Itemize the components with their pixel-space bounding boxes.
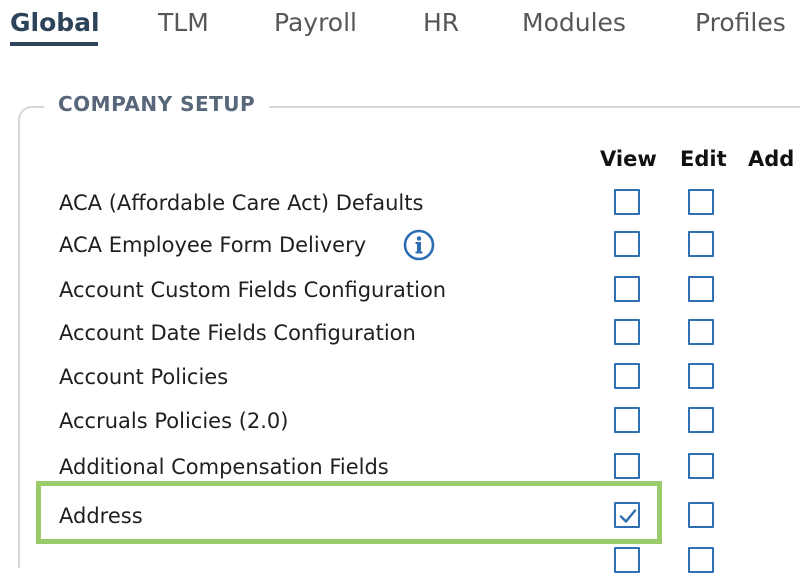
permission-label: Account Date Fields Configuration [59,321,416,345]
permission-row: ACA Employee Form Delivery [0,227,800,267]
permission-row: Account Policies [0,359,800,399]
edit-checkbox[interactable] [688,231,714,257]
tab-tlm[interactable]: TLM [158,8,209,37]
tab-modules[interactable]: Modules [522,8,626,37]
edit-checkbox[interactable] [688,363,714,389]
edit-checkbox[interactable] [688,276,714,302]
tab-hr[interactable]: HR [423,8,459,37]
permission-label: ACA Employee Form Delivery [59,233,367,257]
highlight-box [36,481,662,544]
active-tab-underline [10,42,98,46]
section-title: COMPANY SETUP [44,92,270,116]
view-checkbox[interactable] [614,453,640,479]
edit-checkbox[interactable] [688,453,714,479]
view-checkbox[interactable] [614,231,640,257]
view-checkbox[interactable] [614,547,640,573]
edit-checkbox[interactable] [688,407,714,433]
view-checkbox[interactable] [614,319,640,345]
tab-payroll[interactable]: Payroll [274,8,357,37]
tab-profiles[interactable]: Profiles [695,8,786,37]
column-header-add: Add [748,147,795,171]
tab-global[interactable]: Global [10,8,100,37]
permission-label: Accruals Policies (2.0) [59,409,289,433]
view-checkbox[interactable] [614,189,640,215]
permission-label: Additional Compensation Fields [59,455,389,479]
permission-row: Account Custom Fields Configuration [0,272,800,312]
column-header-view: View [600,147,657,171]
permission-label: Account Policies [59,365,229,389]
permission-row: Account Date Fields Configuration [0,315,800,355]
view-checkbox[interactable] [614,363,640,389]
top-tab-bar: Global TLM Payroll HR Modules Profiles [0,0,800,56]
column-header-edit: Edit [680,147,727,171]
view-checkbox[interactable] [614,407,640,433]
permission-row: ACA (Affordable Care Act) Defaults [0,185,800,225]
edit-checkbox[interactable] [688,502,714,528]
permission-row-partial [0,543,800,583]
edit-checkbox[interactable] [688,547,714,573]
view-checkbox[interactable] [614,276,640,302]
permission-label: ACA (Affordable Care Act) Defaults [59,191,424,215]
edit-checkbox[interactable] [688,319,714,345]
permission-label: Account Custom Fields Configuration [59,278,447,302]
edit-checkbox[interactable] [688,189,714,215]
info-circle-icon[interactable] [403,229,435,261]
permission-row: Accruals Policies (2.0) [0,403,800,443]
